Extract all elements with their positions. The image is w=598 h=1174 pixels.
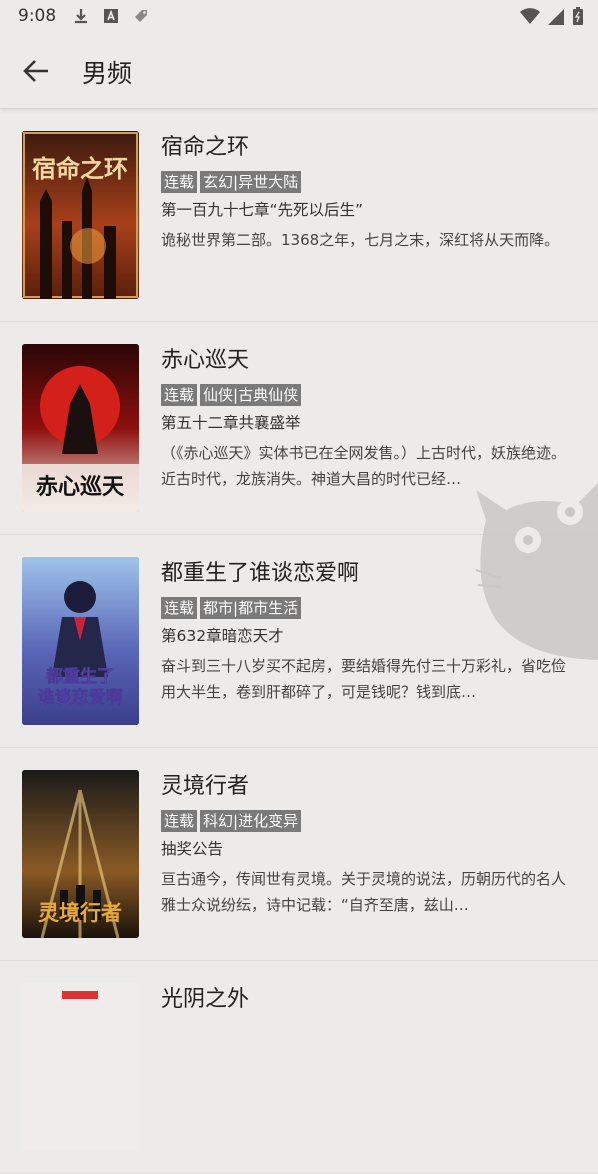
page-title: 男频	[82, 59, 133, 88]
book-info: 灵境行者 连载 科幻|进化变异 抽奖公告 亘古通今，传闻世有灵境。关于灵境的说法…	[161, 772, 576, 918]
book-title: 宿命之环	[161, 135, 250, 160]
status-icons	[520, 6, 584, 26]
latest-chapter: 第五十二章共襄盛举	[161, 414, 301, 432]
book-title: 灵境行者	[161, 774, 250, 799]
book-cover[interactable]: 都重生了 谁谈恋爱啊	[22, 557, 139, 725]
book-title: 光阴之外	[161, 987, 250, 1012]
book-info: 光阴之外	[161, 985, 576, 1015]
cover-title: 赤心巡天	[36, 474, 125, 500]
book-tags: 连载 都市|都市生活	[161, 597, 576, 619]
book-info: 赤心巡天 连载 仙侠|古典仙侠 第五十二章共襄盛举 （《赤心巡天》实体书已在全网…	[161, 346, 576, 492]
download-icon	[75, 9, 87, 24]
book-item[interactable]: 宿命之环 宿命之环 连载 玄幻|异世大陆 第一百九十七章“先死以后生” 诡秘世界…	[0, 109, 598, 322]
book-cover[interactable]: 赤心巡天	[22, 344, 139, 512]
cover-title: 都重生了	[45, 666, 114, 687]
book-description: 诡秘世界第二部。1368之年，七月之末，深红将从天而降。	[161, 231, 560, 249]
genre-tag: 玄幻|异世大陆	[200, 171, 302, 193]
book-description: 奋斗到三十八岁买不起房，要结婚得先付三十万彩礼，省吃俭用大半生，卷到肝都碎了，可…	[161, 657, 567, 701]
signal-icon	[548, 9, 564, 25]
book-description: （《赤心巡天》实体书已在全网发售。）上古时代，妖族绝迹。近古时代，龙族消失。神道…	[161, 444, 567, 488]
book-tags: 连载 仙侠|古典仙侠	[161, 384, 576, 406]
cover-title: 宿命之环	[32, 154, 128, 183]
text-a-icon	[104, 9, 118, 23]
genre-tag: 都市|都市生活	[200, 597, 302, 619]
status-time: 9:08	[18, 6, 57, 26]
book-item[interactable]: 灵境行者 灵境行者 连载 科幻|进化变异 抽奖公告 亘古通今，传闻世有灵境。关于…	[0, 748, 598, 961]
status-tag: 连载	[161, 384, 198, 406]
wifi-icon	[520, 8, 540, 24]
book-cover[interactable]	[22, 983, 139, 1151]
genre-tag: 仙侠|古典仙侠	[200, 384, 302, 406]
book-tags: 连载 科幻|进化变异	[161, 810, 576, 832]
latest-chapter: 第一百九十七章“先死以后生”	[161, 201, 364, 219]
book-tags: 连载 玄幻|异世大陆	[161, 171, 576, 193]
book-item[interactable]: 都重生了 谁谈恋爱啊 都重生了谁谈恋爱啊 连载 都市|都市生活 第632章暗恋天…	[0, 535, 598, 748]
cover-subtitle: 谁谈恋爱啊	[38, 687, 123, 708]
book-cover[interactable]: 宿命之环	[22, 131, 139, 299]
latest-chapter: 抽奖公告	[161, 840, 224, 858]
book-description: 亘古通今，传闻世有灵境。关于灵境的说法，历朝历代的名人雅士众说纷纭，诗中记载：“…	[161, 870, 567, 914]
status-tag: 连载	[161, 597, 198, 619]
app-bar: 男频	[0, 34, 598, 109]
battery-icon	[573, 7, 583, 25]
book-title: 都重生了谁谈恋爱啊	[161, 561, 360, 586]
status-bar: 9:08	[0, 0, 598, 34]
book-cover[interactable]: 灵境行者	[22, 770, 139, 938]
book-item[interactable]: 光阴之外	[0, 961, 598, 1174]
tag-icon	[135, 10, 147, 22]
latest-chapter: 第632章暗恋天才	[161, 627, 284, 645]
book-info: 宿命之环 连载 玄幻|异世大陆 第一百九十七章“先死以后生” 诡秘世界第二部。1…	[161, 133, 576, 279]
cover-title: 灵境行者	[38, 900, 122, 925]
status-tag: 连载	[161, 171, 198, 193]
book-info: 都重生了谁谈恋爱啊 连载 都市|都市生活 第632章暗恋天才 奋斗到三十八岁买不…	[161, 559, 576, 705]
genre-tag: 科幻|进化变异	[200, 810, 302, 832]
status-tag: 连载	[161, 810, 198, 832]
book-item[interactable]: 赤心巡天 赤心巡天 连载 仙侠|古典仙侠 第五十二章共襄盛举 （《赤心巡天》实体…	[0, 322, 598, 535]
arrow-left-icon[interactable]	[20, 56, 56, 86]
book-title: 赤心巡天	[161, 348, 250, 373]
